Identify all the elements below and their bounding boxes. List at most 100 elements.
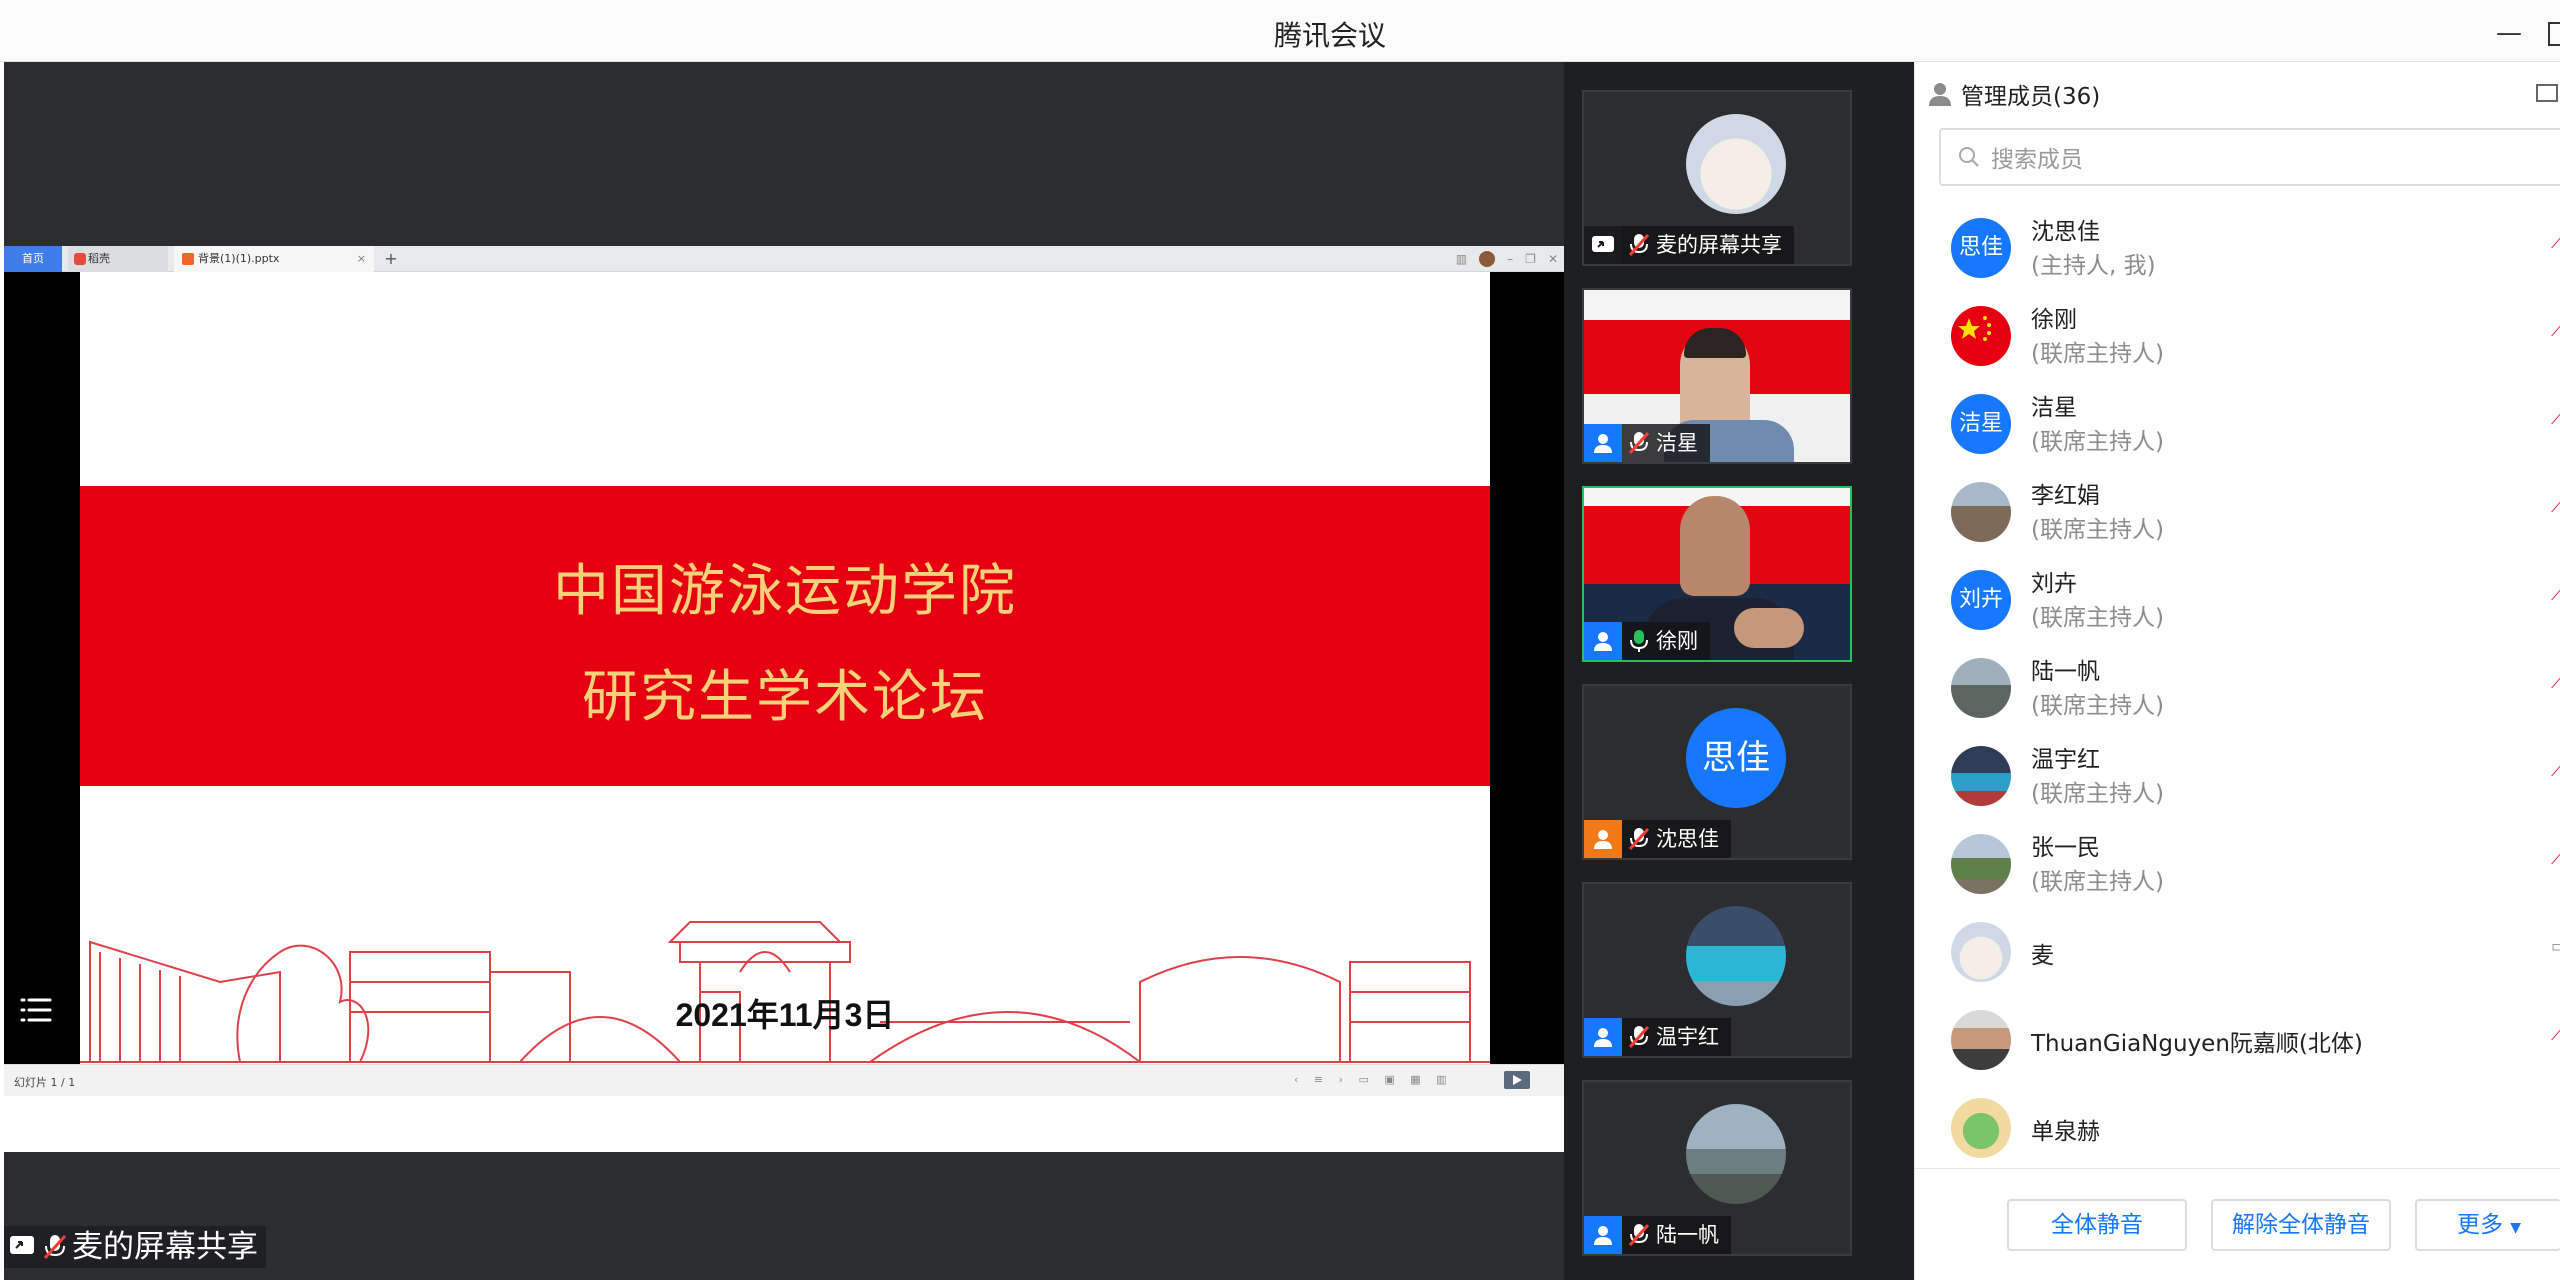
mic-muted-icon[interactable]: ⟋ xyxy=(2551,408,2560,432)
mute-all-button[interactable]: 全体静音 xyxy=(2007,1199,2187,1251)
caret-down-icon: ▼ xyxy=(2510,1220,2522,1236)
close-tab-icon[interactable]: × xyxy=(357,246,366,272)
ppt-status-bar: 幻灯片 1 / 1 ‹ ≡ › ▭ ▣ ▦ ▥ xyxy=(4,1064,1564,1096)
ppt-tab-bar: 首页 稻壳 背景(1)(1).pptx × + ▥ – ❐ ✕ xyxy=(4,246,1564,272)
mic-muted-icon xyxy=(1622,424,1656,462)
mic-muted-icon[interactable]: ⟋ xyxy=(2551,760,2560,784)
mic-muted-icon xyxy=(1622,820,1656,858)
user-avatar[interactable] xyxy=(1479,251,1496,267)
tile-label: 麦的屏幕共享 xyxy=(1584,226,1794,264)
tile-name: 徐刚 xyxy=(1656,629,1698,653)
member-row[interactable]: 徐刚 (联席主持人) ⟋ xyxy=(1915,290,2560,378)
maximize-icon[interactable] xyxy=(2548,22,2560,46)
host-icon xyxy=(1584,820,1622,858)
slide-title-line2: 研究生学术论坛 xyxy=(582,665,988,730)
member-row[interactable]: 洁星 洁星 (联席主持人) ⟋ xyxy=(1915,378,2560,466)
member-row[interactable]: 单泉赫 xyxy=(1915,1082,2560,1162)
video-tiles-column: 麦的屏幕共享 洁星 徐刚 思佳 沈思佳 温宇红 陆一帆 xyxy=(1564,62,1914,1280)
video-tile[interactable]: 洁星 xyxy=(1582,288,1852,464)
slide-counter: 幻灯片 1 / 1 xyxy=(14,1076,76,1089)
ppt-close-icon[interactable]: ✕ xyxy=(1548,246,1558,272)
member-row[interactable]: ThuanGiaNguyen阮嘉顺(北体) ⟋ xyxy=(1915,994,2560,1082)
video-tile[interactable]: 徐刚 xyxy=(1582,486,1852,662)
tile-label: 徐刚 xyxy=(1584,622,1710,660)
member-row[interactable]: 温宇红 (联席主持人) ⟋ xyxy=(1915,730,2560,818)
tile-avatar: 思佳 xyxy=(1686,708,1786,808)
user-icon xyxy=(1584,1018,1622,1056)
view-tools[interactable]: ‹ ≡ › ▭ ▣ ▦ ▥ xyxy=(1294,1073,1453,1086)
member-row[interactable]: 李红娟 (联席主持人) ⟋ xyxy=(1915,466,2560,554)
member-name: 刘卉 xyxy=(2031,571,2077,597)
member-name: ThuanGiaNguyen阮嘉顺(北体) xyxy=(2031,1031,2363,1057)
member-panel-title: 管理成员(36) xyxy=(1961,84,2101,110)
member-row[interactable]: 张一民 (联席主持人) ⟋ xyxy=(1915,818,2560,906)
mic-muted-icon[interactable]: ⟋ xyxy=(2551,496,2560,520)
user-icon xyxy=(1584,1216,1622,1254)
campus-sketch-illustration xyxy=(80,921,1490,1063)
screen-share-icon xyxy=(1584,226,1622,264)
add-tab-icon[interactable]: + xyxy=(380,246,402,272)
unmute-all-button[interactable]: 解除全体静音 xyxy=(2211,1199,2391,1251)
member-name: 温宇红 xyxy=(2031,747,2100,773)
title-bar: 腾讯会议 — xyxy=(0,0,2560,62)
mic-muted-icon[interactable]: ⟋ xyxy=(2551,848,2560,872)
tile-name: 洁星 xyxy=(1656,431,1698,455)
video-tile[interactable]: 温宇红 xyxy=(1582,882,1852,1058)
slide-date: 2021年11月3日 xyxy=(675,997,895,1033)
video-tile[interactable]: 思佳 沈思佳 xyxy=(1582,684,1852,860)
user-icon xyxy=(1584,622,1622,660)
member-role: (联席主持人) xyxy=(2031,517,2164,543)
member-name: 洁星 xyxy=(2031,395,2077,421)
member-avatar: 刘卉 xyxy=(1951,570,2011,630)
minimize-icon[interactable]: — xyxy=(2494,20,2524,50)
member-name: 麦 xyxy=(2031,943,2054,969)
ppt-restore-icon[interactable]: ❐ xyxy=(1525,246,1536,272)
mic-muted-icon[interactable]: ⟋ xyxy=(2551,672,2560,696)
ppt-minimize-icon[interactable]: – xyxy=(1507,246,1513,272)
member-panel-header: 管理成员(36) xyxy=(1927,74,2100,114)
photo-avatar xyxy=(1951,834,2011,894)
menu-list-icon[interactable] xyxy=(18,992,54,1028)
mic-muted-icon[interactable]: ⟋ xyxy=(2551,320,2560,344)
member-row[interactable]: 思佳 沈思佳 (主持人, 我) ⟋ xyxy=(1915,202,2560,290)
slide-viewport: 中国游泳运动学院 研究生学术论坛 2021年11月3日 xyxy=(4,272,1564,1064)
popout-icon[interactable] xyxy=(2535,82,2560,106)
member-row[interactable]: 麦 ▭ xyxy=(1915,906,2560,994)
mic-muted-icon[interactable]: ⟋ xyxy=(2551,1024,2560,1048)
tab-home[interactable]: 首页 xyxy=(4,246,62,272)
mic-muted-icon xyxy=(1622,1216,1656,1254)
tab-pptx-file[interactable]: 背景(1)(1).pptx × xyxy=(174,246,374,272)
member-name: 徐刚 xyxy=(2031,307,2077,333)
search-input[interactable]: 搜索成员 xyxy=(1939,128,2560,186)
member-name: 李红娟 xyxy=(2031,483,2100,509)
tab-templates[interactable]: 稻壳 xyxy=(68,246,168,272)
mic-muted-icon[interactable]: ⟋ xyxy=(2551,232,2560,256)
pptx-icon xyxy=(182,253,194,265)
layout-icon[interactable]: ▥ xyxy=(1456,246,1467,272)
member-name: 单泉赫 xyxy=(2031,1119,2100,1145)
member-role: (联席主持人) xyxy=(2031,781,2164,807)
member-role: (主持人, 我) xyxy=(2031,253,2156,279)
shared-screen: 首页 稻壳 背景(1)(1).pptx × + ▥ – ❐ ✕ 中国游泳运动学院… xyxy=(4,246,1564,1152)
member-panel: 管理成员(36) 搜索成员 思佳 沈思佳 (主持人, 我) ⟋ 徐刚 (联席主持… xyxy=(1914,62,2560,1280)
play-slideshow-button[interactable] xyxy=(1504,1071,1530,1089)
slide: 中国游泳运动学院 研究生学术论坛 2021年11月3日 xyxy=(80,272,1490,1064)
meeting-app: 腾讯会议 — 首页 稻壳 背景(1)(1).pptx × + ▥ – ❐ ✕ 中… xyxy=(0,0,2560,1280)
user-icon xyxy=(1584,424,1622,462)
member-role: (联席主持人) xyxy=(2031,869,2164,895)
more-button[interactable]: 更多 ▼ xyxy=(2415,1199,2560,1251)
member-row[interactable]: 刘卉 刘卉 (联席主持人) ⟋ xyxy=(1915,554,2560,642)
video-tile[interactable]: 麦的屏幕共享 xyxy=(1582,90,1852,266)
member-role: (联席主持人) xyxy=(2031,605,2164,631)
mic-muted-icon[interactable]: ⟋ xyxy=(2551,584,2560,608)
mic-muted-icon xyxy=(1622,226,1656,264)
video-tile[interactable]: 陆一帆 xyxy=(1582,1080,1852,1256)
tile-name: 沈思佳 xyxy=(1656,827,1719,851)
search-icon xyxy=(1959,147,1979,167)
member-name: 陆一帆 xyxy=(2031,659,2100,685)
window-title: 腾讯会议 xyxy=(1273,19,1386,52)
screen-icon[interactable]: ▭ xyxy=(2551,936,2560,960)
tile-name: 温宇红 xyxy=(1656,1025,1719,1049)
cat-avatar xyxy=(1686,114,1786,214)
member-row[interactable]: 陆一帆 (联席主持人) ⟋ xyxy=(1915,642,2560,730)
